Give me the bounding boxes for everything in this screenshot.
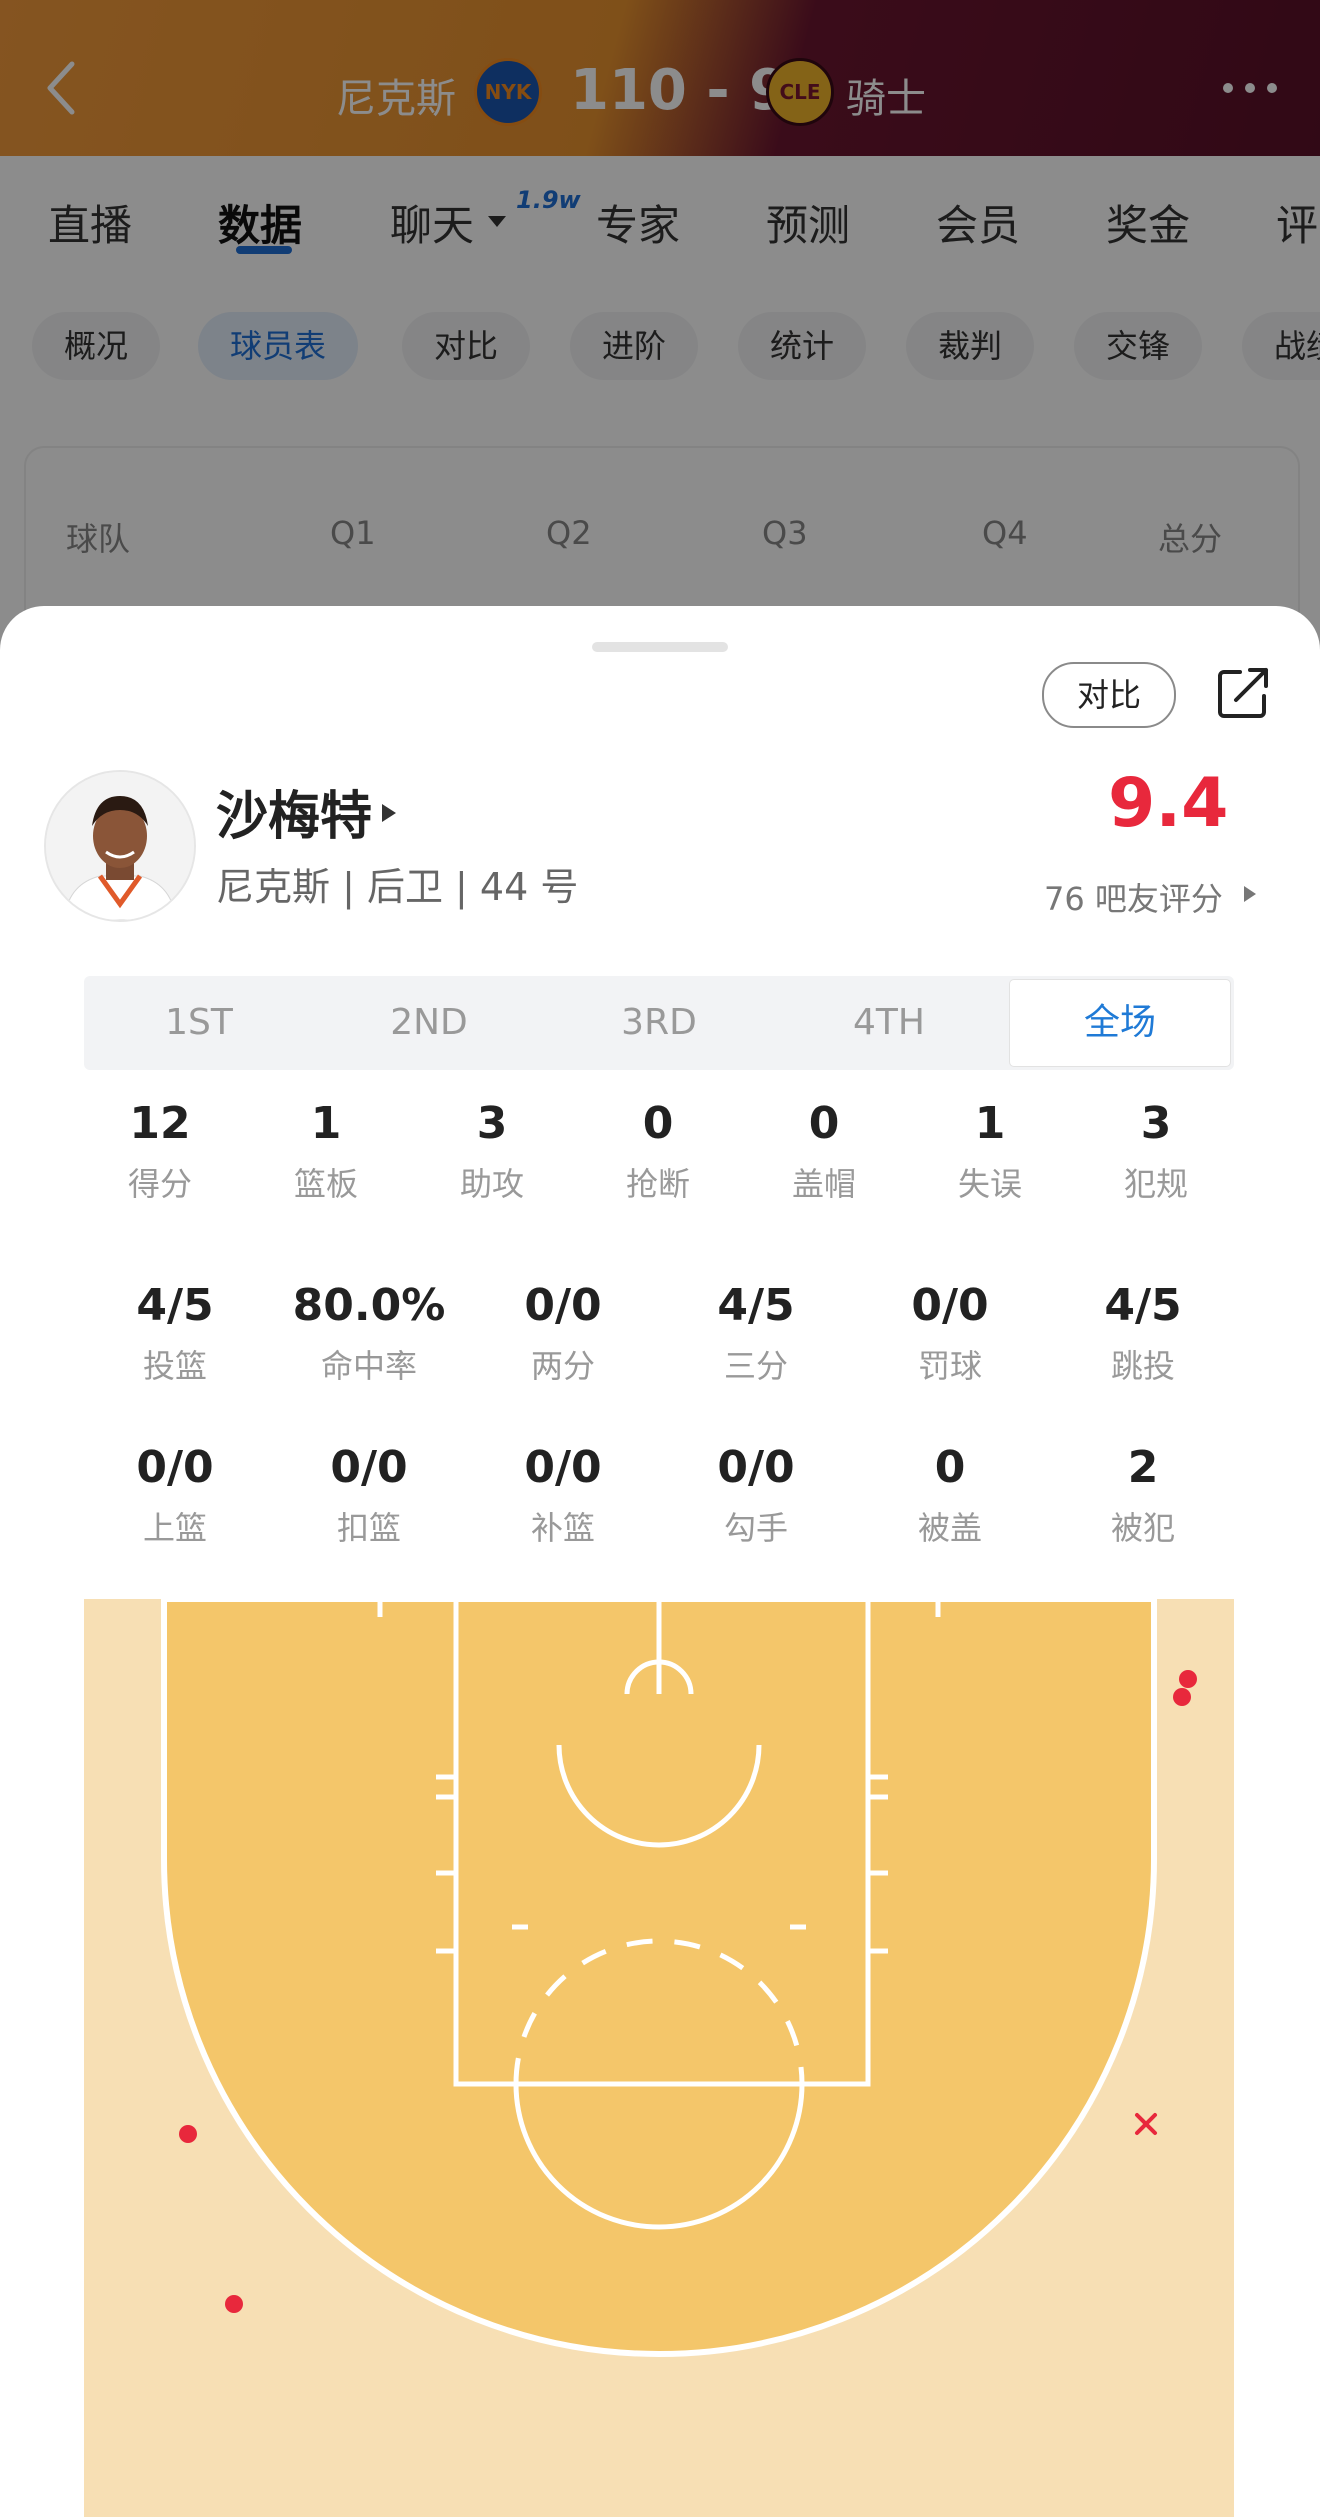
stat-label: 被盖 — [917, 1509, 982, 1547]
stat-value: 80.0% — [292, 1280, 446, 1331]
made-shot-marker — [179, 2125, 197, 2143]
stat-value: 3 — [476, 1098, 508, 1149]
stat-value: 0 — [808, 1098, 840, 1149]
stat-value: 0/0 — [524, 1442, 602, 1493]
stat-hook-shots: 0/0 勾手 — [681, 1442, 831, 1549]
stat-rebounds: 1 篮板 — [266, 1098, 386, 1205]
period-selector: 1ST 2ND 3RD 4TH 全场 — [84, 976, 1234, 1070]
stat-value: 0 — [934, 1442, 966, 1493]
compare-button[interactable]: 对比 — [1042, 662, 1176, 728]
stat-label: 补篮 — [530, 1509, 595, 1547]
stat-label: 扣篮 — [336, 1509, 401, 1547]
period-tab-3rd[interactable]: 3RD — [544, 976, 774, 1070]
stat-assists: 3 助攻 — [432, 1098, 552, 1205]
stat-label: 助攻 — [459, 1165, 524, 1203]
stat-value: 4/5 — [717, 1280, 795, 1331]
stat-free-throws: 0/0 罚球 — [875, 1280, 1025, 1387]
stat-label: 命中率 — [320, 1347, 417, 1385]
stat-label: 上篮 — [142, 1509, 207, 1547]
chevron-right-icon — [382, 804, 396, 822]
stat-label: 罚球 — [917, 1347, 982, 1385]
stat-label: 两分 — [530, 1347, 595, 1385]
stat-value: 0/0 — [136, 1442, 214, 1493]
stat-label: 失误 — [957, 1165, 1022, 1203]
made-shot-marker — [225, 2295, 243, 2313]
stat-fouls: 3 犯规 — [1096, 1098, 1216, 1205]
stat-value: 0 — [642, 1098, 674, 1149]
stat-two-pointers: 0/0 两分 — [488, 1280, 638, 1387]
stat-three-pointers: 4/5 三分 — [681, 1280, 831, 1387]
period-tab-1st[interactable]: 1ST — [84, 976, 314, 1070]
player-name[interactable]: 沙梅特 — [216, 774, 372, 849]
stat-tip-ins: 0/0 补篮 — [488, 1442, 638, 1549]
player-detail-sheet: 对比 沙梅特 尼克斯 | 后卫 | 44 号 9.4 76 吧友评分 1ST 2… — [0, 606, 1320, 2517]
made-shot-marker — [1179, 1670, 1197, 1688]
stat-label: 抢断 — [625, 1165, 690, 1203]
stat-label: 盖帽 — [791, 1165, 856, 1203]
player-avatar[interactable] — [44, 770, 196, 922]
stat-value: 3 — [1140, 1098, 1172, 1149]
stat-value: 4/5 — [1104, 1280, 1182, 1331]
stat-blocks: 0 盖帽 — [764, 1098, 884, 1205]
stat-value: 0/0 — [717, 1442, 795, 1493]
period-tab-4th[interactable]: 4TH — [774, 976, 1004, 1070]
stat-value: 12 — [129, 1098, 191, 1149]
stat-field-goals: 4/5 投篮 — [100, 1280, 250, 1387]
stat-label: 得分 — [127, 1165, 192, 1203]
stat-value: 1 — [974, 1098, 1006, 1149]
stat-value: 0/0 — [911, 1280, 989, 1331]
stat-dunks: 0/0 扣篮 — [294, 1442, 444, 1549]
play-arrow-icon — [1244, 886, 1256, 902]
sheet-drag-handle[interactable] — [592, 642, 728, 652]
stat-label: 篮板 — [293, 1165, 358, 1203]
stat-fg-percentage: 80.0% 命中率 — [279, 1280, 459, 1387]
share-icon[interactable] — [1214, 662, 1274, 722]
stat-label: 跳投 — [1110, 1347, 1175, 1385]
stat-label: 投篮 — [142, 1347, 207, 1385]
stat-steals: 0 抢断 — [598, 1098, 718, 1205]
stat-value: 1 — [310, 1098, 342, 1149]
stat-value: 2 — [1127, 1442, 1159, 1493]
player-team-position-number: 尼克斯 | 后卫 | 44 号 — [216, 865, 579, 909]
stat-label: 三分 — [723, 1347, 788, 1385]
made-shot-marker — [1173, 1688, 1191, 1706]
stat-label: 被犯 — [1110, 1509, 1175, 1547]
stat-value: 4/5 — [136, 1280, 214, 1331]
stat-turnovers: 1 失误 — [930, 1098, 1050, 1205]
period-tab-full-game[interactable]: 全场 — [1010, 980, 1230, 1066]
stat-fouls-drawn: 2 被犯 — [1068, 1442, 1218, 1549]
stat-points: 12 得分 — [100, 1098, 220, 1205]
player-rating: 9.4 — [1108, 764, 1229, 843]
shot-chart-court — [84, 1599, 1234, 2517]
stat-value: 0/0 — [524, 1280, 602, 1331]
stat-label: 勾手 — [723, 1509, 788, 1547]
period-tab-2nd[interactable]: 2ND — [314, 976, 544, 1070]
stat-value: 0/0 — [330, 1442, 408, 1493]
stat-jump-shots: 4/5 跳投 — [1068, 1280, 1218, 1387]
stat-blocked: 0 被盖 — [875, 1442, 1025, 1549]
rating-count-link[interactable]: 76 吧友评分 — [1044, 874, 1223, 920]
stat-label: 犯规 — [1123, 1165, 1188, 1203]
stat-layups: 0/0 上篮 — [100, 1442, 250, 1549]
